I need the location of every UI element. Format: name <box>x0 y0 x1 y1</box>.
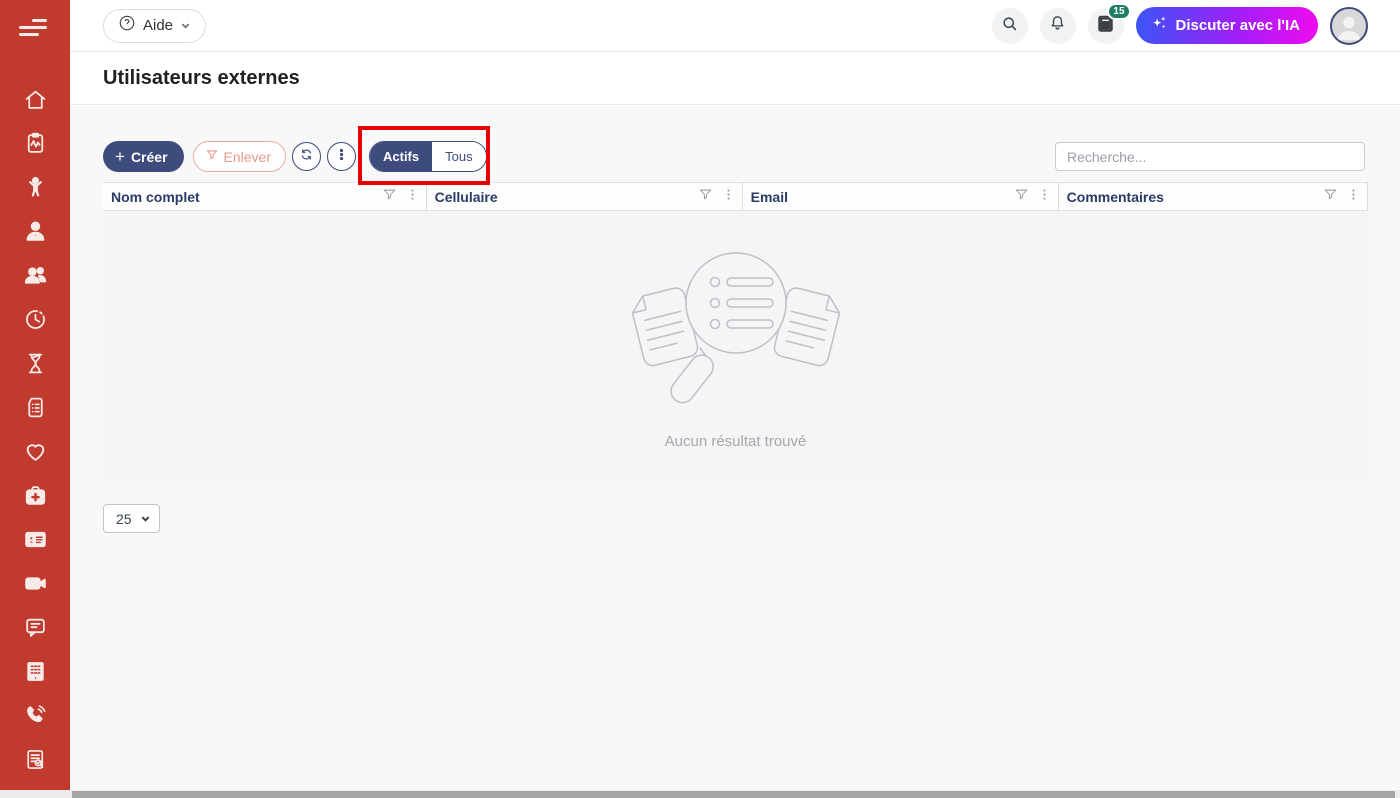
kebab-menu-icon[interactable] <box>1037 187 1052 207</box>
sidebar <box>0 0 70 790</box>
refresh-button[interactable] <box>292 142 321 171</box>
view-toggle-wrap: Actifs Tous <box>358 126 490 185</box>
remove-button[interactable]: Enlever <box>192 141 286 172</box>
help-button-label: Aide <box>143 17 174 34</box>
column-label[interactable]: Commentaires <box>1067 189 1164 205</box>
first-aid-kit-icon <box>23 483 48 513</box>
calendar-button[interactable]: 15 <box>1087 2 1131 44</box>
filter-funnel-icon[interactable] <box>1323 187 1338 207</box>
search-icon <box>1000 14 1019 38</box>
sidebar-item-video[interactable] <box>0 564 70 608</box>
heart-icon <box>23 439 48 469</box>
content-area: + Créer Enlever Actifs Tous Recherche...… <box>70 106 1400 790</box>
toggle-option-actifs[interactable]: Actifs <box>370 142 433 171</box>
sidebar-item-health[interactable] <box>0 432 70 476</box>
sidebar-item-medical[interactable] <box>0 476 70 520</box>
title-bar: Utilisateurs externes <box>70 53 1400 105</box>
hourglass-icon <box>23 351 48 381</box>
column-header-2: Email <box>743 183 1059 210</box>
hamburger-menu-icon[interactable] <box>19 14 51 40</box>
view-toggle: Actifs Tous <box>369 141 487 172</box>
bell-icon <box>1048 14 1067 38</box>
remove-button-label: Enlever <box>223 148 271 165</box>
sidebar-item-home[interactable] <box>0 80 70 124</box>
horizontal-scrollbar <box>0 790 1400 798</box>
sidebar-item-calls[interactable] <box>0 696 70 740</box>
column-label[interactable]: Cellulaire <box>435 189 498 205</box>
clock-icon <box>23 307 48 337</box>
calendar-badge: 15 <box>1107 2 1131 20</box>
question-circle-icon <box>118 14 136 37</box>
person-arms-up-icon <box>23 175 48 205</box>
table-body: Aucun résultat trouvé <box>103 211 1368 481</box>
table-header-row: Nom complet Cellulaire Email Commentaires <box>103 182 1368 211</box>
kebab-menu-icon[interactable] <box>721 187 736 207</box>
sidebar-item-time[interactable] <box>0 300 70 344</box>
sidebar-item-company[interactable] <box>0 652 70 696</box>
column-header-3: Commentaires <box>1059 183 1368 210</box>
horizontal-scrollbar-thumb[interactable] <box>72 790 1395 798</box>
toggle-option-tous[interactable]: Tous <box>432 142 486 171</box>
rows-per-page-value: 25 <box>116 510 132 527</box>
video-camera-icon <box>23 571 48 601</box>
filter-funnel-icon <box>205 148 219 165</box>
page-title: Utilisateurs externes <box>103 67 300 89</box>
help-button[interactable]: Aide <box>103 8 207 43</box>
sidebar-item-children[interactable] <box>0 168 70 212</box>
empty-state-message: Aucun résultat trouvé <box>664 433 807 450</box>
sidebar-item-users[interactable] <box>0 256 70 300</box>
sidebar-item-messages[interactable] <box>0 608 70 652</box>
user-avatar[interactable] <box>1330 6 1368 45</box>
plus-icon: + <box>115 146 125 166</box>
kebab-menu-icon[interactable] <box>1346 187 1361 207</box>
sidebar-item-invoices[interactable] <box>0 388 70 432</box>
sidebar-item-activity[interactable] <box>0 124 70 168</box>
topbar: Aide 15 Discuter avec l'IA <box>70 0 1400 52</box>
filter-funnel-icon[interactable] <box>1014 187 1029 207</box>
notifications-button[interactable] <box>1039 7 1076 44</box>
sidebar-nav <box>0 80 70 784</box>
more-options-button[interactable] <box>327 142 356 171</box>
ai-chat-button[interactable]: Discuter avec l'IA <box>1135 7 1318 44</box>
home-icon <box>23 87 48 117</box>
business-person-icon <box>23 219 48 249</box>
chevron-down-icon <box>141 516 150 522</box>
topbar-actions: 15 Discuter avec l'IA <box>991 2 1368 45</box>
building-icon <box>23 659 48 689</box>
kebab-menu-icon[interactable] <box>405 187 420 207</box>
column-label[interactable]: Email <box>751 189 788 205</box>
column-header-0: Nom complet <box>103 183 427 210</box>
create-button[interactable]: + Créer <box>103 141 184 172</box>
ai-chat-button-label: Discuter avec l'IA <box>1175 17 1300 34</box>
chat-bubble-icon <box>23 615 48 645</box>
column-header-1: Cellulaire <box>427 183 743 210</box>
people-group-icon <box>23 263 48 293</box>
refresh-icon <box>299 147 314 167</box>
chevron-down-icon <box>181 23 190 29</box>
empty-state-illustration <box>596 242 876 417</box>
toolbar: + Créer Enlever Actifs Tous <box>70 126 1400 185</box>
sidebar-item-employees[interactable] <box>0 212 70 256</box>
report-search-icon <box>23 747 48 777</box>
kebab-menu-icon <box>334 147 349 167</box>
rows-per-page-select[interactable]: 25 <box>103 504 160 533</box>
sparkle-icon <box>1150 15 1168 37</box>
search-input[interactable] <box>1055 142 1365 171</box>
column-label[interactable]: Nom complet <box>111 189 200 205</box>
sidebar-item-reports[interactable] <box>0 740 70 784</box>
person-silhouette-icon <box>1337 16 1361 40</box>
create-button-label: Créer <box>130 148 168 165</box>
sidebar-item-timesheet[interactable] <box>0 344 70 388</box>
clipboard-activity-icon <box>23 131 48 161</box>
sidebar-item-badges[interactable] <box>0 520 70 564</box>
filter-funnel-icon[interactable] <box>382 187 397 207</box>
invoice-document-icon <box>23 395 48 425</box>
filter-funnel-icon[interactable] <box>698 187 713 207</box>
phone-call-icon <box>23 703 48 733</box>
id-card-icon <box>23 527 48 557</box>
data-grid: Nom complet Cellulaire Email Commentaires <box>103 182 1368 481</box>
app-window: Aide 15 Discuter avec l'IA Utilisateurs … <box>0 0 1400 798</box>
search-button[interactable] <box>991 7 1028 44</box>
